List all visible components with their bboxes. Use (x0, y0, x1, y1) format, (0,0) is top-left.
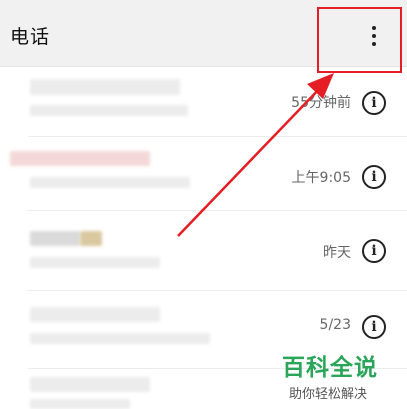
watermark-brand: 百科全说 (282, 355, 378, 381)
watermark: 百科全说 助你轻松解决 (282, 348, 402, 402)
watermark-slogan: 助你轻松解决 (289, 387, 368, 402)
